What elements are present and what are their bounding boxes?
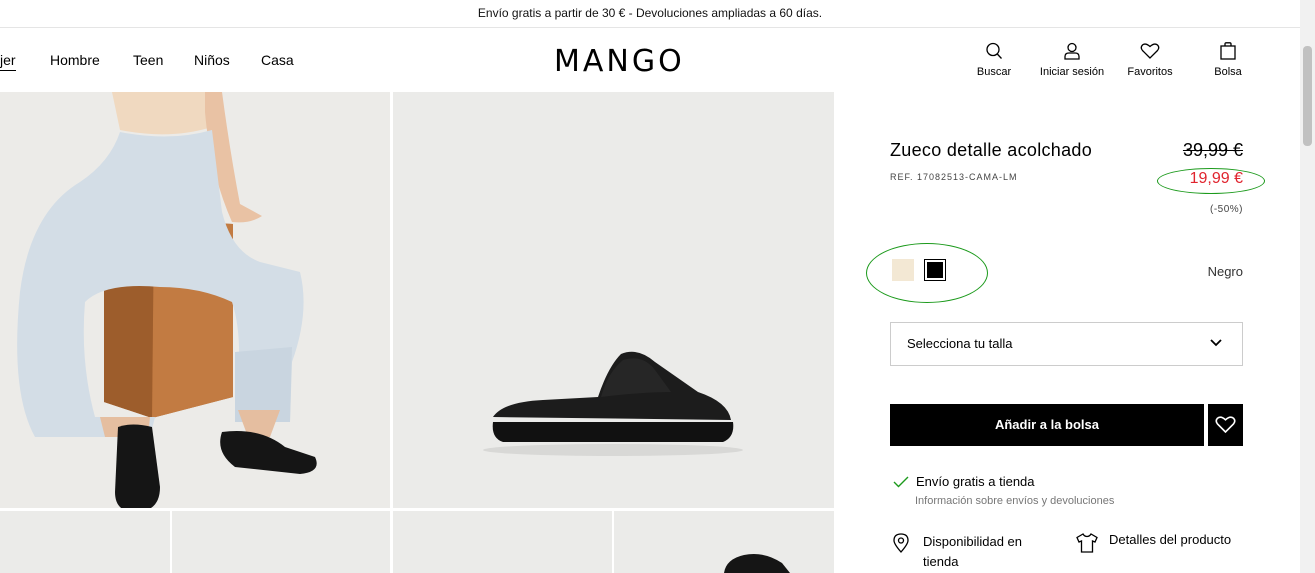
bag-label: Bolsa	[1214, 66, 1242, 78]
chevron-down-icon	[1210, 339, 1222, 347]
thumb-shoe-photo	[724, 554, 790, 573]
page-scrollbar[interactable]	[1300, 0, 1315, 573]
add-to-favorites-button[interactable]	[1208, 404, 1243, 446]
model-photo	[0, 92, 390, 508]
search-label: Buscar	[976, 66, 1012, 78]
bag-button[interactable]: Bolsa	[1210, 42, 1246, 82]
tshirt-icon	[1076, 533, 1098, 553]
nav-item-casa[interactable]: Casa	[261, 52, 294, 68]
nav-item-mujer[interactable]: jer	[0, 52, 16, 71]
selected-color-name: Negro	[1207, 264, 1243, 279]
product-thumb-2[interactable]	[172, 511, 390, 573]
shoe-photo	[393, 92, 834, 508]
favorites-label: Favoritos	[1127, 66, 1173, 78]
promo-bar: Envío gratis a partir de 30 € - Devoluci…	[0, 0, 1300, 28]
product-title: Zueco detalle acolchado	[890, 140, 1093, 160]
login-button[interactable]: Iniciar sesión	[1036, 42, 1108, 82]
login-label: Iniciar sesión	[1039, 66, 1105, 78]
mango-logo[interactable]: MANGO	[554, 44, 685, 79]
shipping-info-link[interactable]: Información sobre envíos y devoluciones	[915, 495, 1114, 507]
heart-icon	[1140, 43, 1160, 59]
location-pin-icon	[893, 533, 909, 553]
product-thumb-4[interactable]	[614, 511, 834, 573]
scrollbar-thumb[interactable]	[1303, 46, 1312, 146]
product-thumb-3[interactable]	[393, 511, 612, 573]
bag-icon	[1220, 42, 1236, 60]
promo-text: Envío gratis a partir de 30 € - Devoluci…	[477, 6, 823, 20]
store-availability-label: Disponibilidad en tienda	[923, 534, 1023, 569]
user-icon	[1064, 42, 1080, 60]
add-to-bag-button[interactable]: Añadir a la bolsa	[890, 404, 1204, 446]
site-header: jer Hombre Teen Niños Casa MANGO Buscar …	[0, 28, 1300, 92]
product-details-label: Detalles del producto	[1109, 532, 1232, 547]
nav-item-teen[interactable]: Teen	[133, 52, 163, 68]
check-icon	[893, 476, 909, 488]
product-thumb-1[interactable]	[0, 511, 170, 573]
color-annotation-ellipse	[866, 243, 988, 303]
size-select-label: Selecciona tu talla	[907, 336, 1013, 351]
product-ref: REF. 17082513-CAMA-LM	[890, 172, 1018, 182]
heart-icon	[1215, 416, 1236, 434]
product-image-model[interactable]	[0, 92, 390, 508]
discount-badge: (-50%)	[1209, 204, 1243, 215]
search-button[interactable]: Buscar	[973, 42, 1015, 82]
nav-item-hombre[interactable]: Hombre	[50, 52, 100, 68]
size-select[interactable]: Selecciona tu talla	[890, 322, 1243, 366]
original-price: 39,99 €	[1182, 140, 1243, 160]
free-shipping-text: Envío gratis a tienda	[916, 474, 1035, 489]
price-annotation-ellipse	[1157, 168, 1265, 194]
product-gallery	[0, 92, 834, 573]
search-icon	[986, 42, 1002, 59]
favorites-button[interactable]: Favoritos	[1124, 42, 1176, 82]
product-image-shoe[interactable]	[393, 92, 834, 508]
nav-item-ninos[interactable]: Niños	[194, 52, 230, 68]
